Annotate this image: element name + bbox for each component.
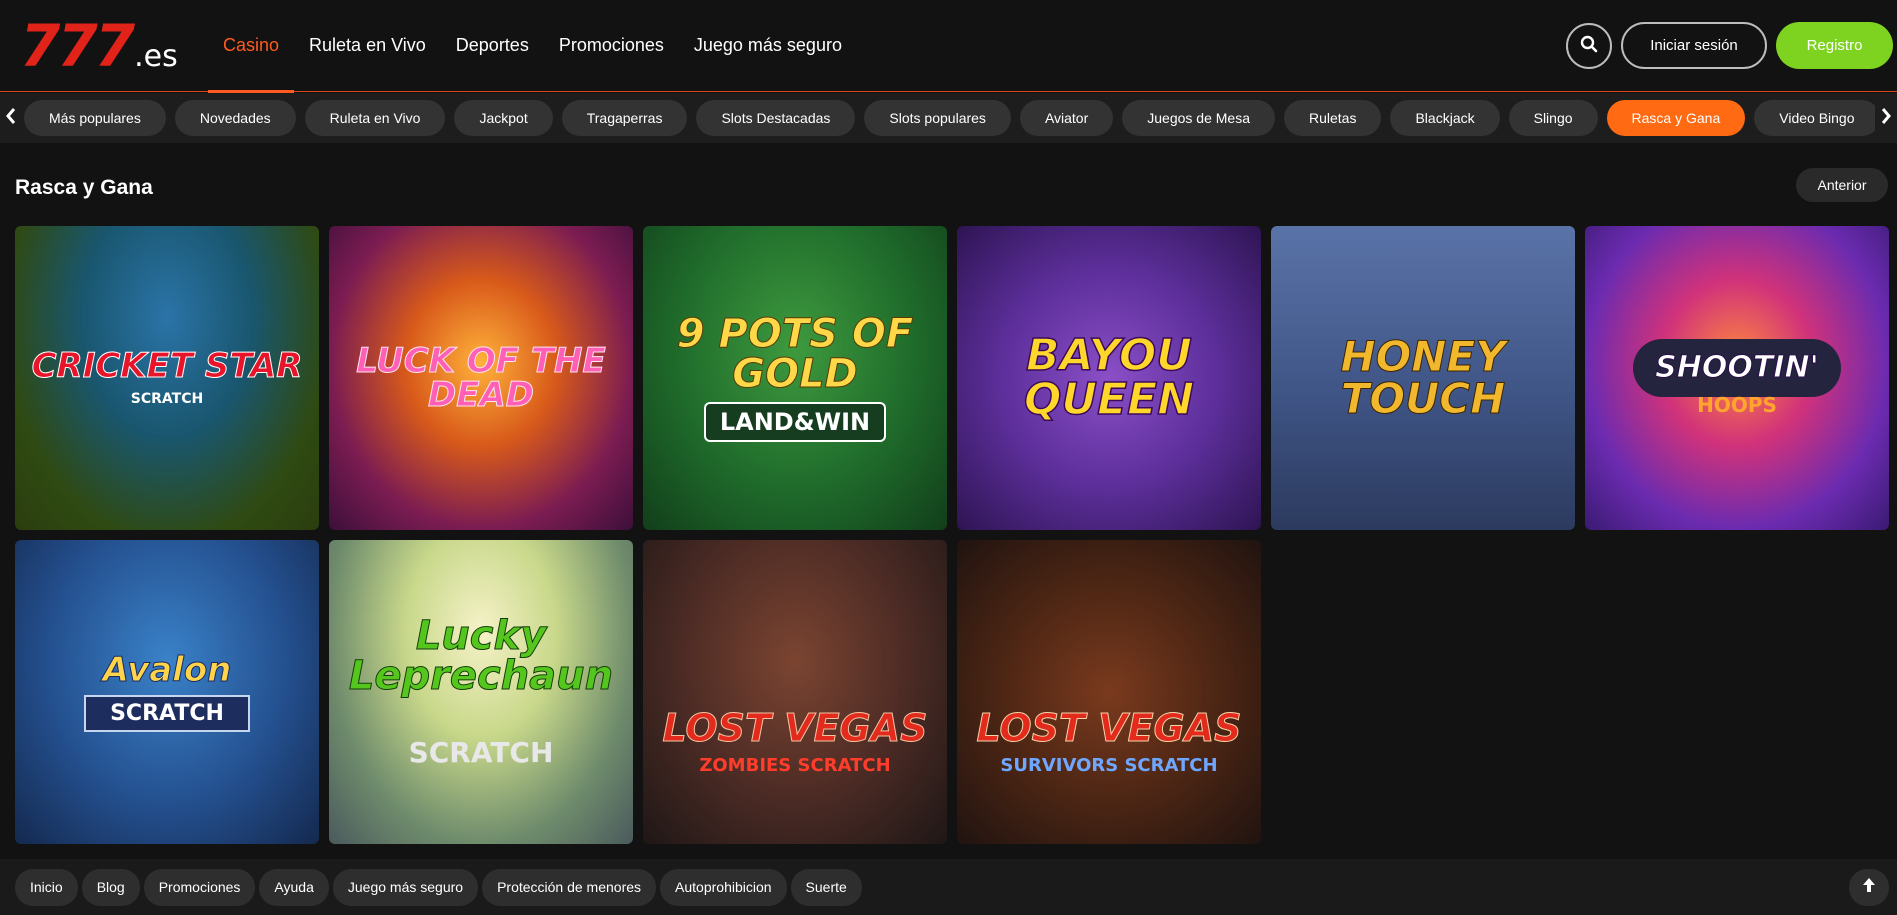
nav-juego-mas-seguro[interactable]: Juego más seguro xyxy=(679,0,857,92)
category-ruleta-en-vivo[interactable]: Ruleta en Vivo xyxy=(304,100,446,136)
category-juegos-de-mesa[interactable]: Juegos de Mesa xyxy=(1122,100,1275,136)
game-subtitle: Scratch xyxy=(408,735,554,769)
game-tile-honey-touch[interactable]: Honey Touch xyxy=(1271,226,1575,530)
footer-link-suerte[interactable]: Suerte xyxy=(790,869,862,906)
category-aviator[interactable]: Aviator xyxy=(1019,100,1114,136)
game-grid: Cricket Star Scratch Luck of the Dead 9 … xyxy=(15,226,1889,844)
footer-link-ayuda[interactable]: Ayuda xyxy=(259,869,329,906)
game-subtitle: Scratch xyxy=(130,391,204,407)
nav-ruleta-en-vivo[interactable]: Ruleta en Vivo xyxy=(294,0,441,92)
footer-links: Inicio Blog Promociones Ayuda Juego más … xyxy=(15,869,862,906)
game-tile-bayou-queen[interactable]: Bayou Queen xyxy=(957,226,1261,530)
game-tile-lucky-leprechaun[interactable]: Lucky Leprechaun Scratch xyxy=(329,540,633,844)
game-subtitle: Hoops xyxy=(1697,393,1777,417)
game-tile-lost-vegas-survivors[interactable]: Lost Vegas Survivors Scratch xyxy=(957,540,1261,844)
game-tile-lost-vegas-zombies[interactable]: Lost Vegas Zombies Scratch xyxy=(643,540,947,844)
footer-link-blog[interactable]: Blog xyxy=(81,869,140,906)
category-slots-populares[interactable]: Slots populares xyxy=(864,100,1011,136)
game-title: Avalon xyxy=(102,649,232,690)
register-button[interactable]: Registro xyxy=(1776,22,1893,69)
arrow-up-icon xyxy=(1862,877,1876,898)
game-title: Honey Touch xyxy=(1340,332,1506,423)
footer-link-autoprohibicion[interactable]: Autoprohibicion xyxy=(660,869,787,906)
category-rasca-y-gana[interactable]: Rasca y Gana xyxy=(1606,100,1746,136)
game-tile-9-pots-of-gold[interactable]: 9 Pots of Gold Land&Win xyxy=(643,226,947,530)
category-mas-populares[interactable]: Más populares xyxy=(24,100,166,136)
nav-casino[interactable]: Casino xyxy=(208,0,295,93)
category-scroll-left[interactable] xyxy=(0,93,22,143)
category-list: Más populares Novedades Ruleta en Vivo J… xyxy=(24,100,1880,136)
category-jackpot[interactable]: Jackpot xyxy=(454,100,553,136)
category-ruletas[interactable]: Ruletas xyxy=(1284,100,1382,136)
main-nav: Casino Ruleta en Vivo Deportes Promocion… xyxy=(208,0,857,93)
section-title: Rasca y Gana xyxy=(15,176,153,199)
footer-link-inicio[interactable]: Inicio xyxy=(15,869,78,906)
game-title: Cricket Star xyxy=(31,346,303,386)
game-title: Lost Vegas xyxy=(976,705,1242,750)
nav-promociones[interactable]: Promociones xyxy=(544,0,679,92)
footer-link-proteccion-de-menores[interactable]: Protección de menores xyxy=(482,869,657,906)
game-tile-shootin-hoops[interactable]: Shootin' Hoops xyxy=(1585,226,1889,530)
game-tile-luck-of-the-dead[interactable]: Luck of the Dead xyxy=(329,226,633,530)
game-title: 9 Pots of Gold xyxy=(676,311,914,397)
game-title: Bayou Queen xyxy=(1023,330,1195,425)
game-subtitle: Land&Win xyxy=(703,402,887,442)
footer-link-juego-mas-seguro[interactable]: Juego más seguro xyxy=(332,869,479,906)
category-slingo[interactable]: Slingo xyxy=(1508,100,1598,136)
logo-number: 777 xyxy=(20,12,135,80)
nav-deportes[interactable]: Deportes xyxy=(441,0,544,92)
category-novedades[interactable]: Novedades xyxy=(174,100,296,136)
game-title: Lucky Leprechaun xyxy=(348,612,614,699)
category-video-bingo[interactable]: Video Bingo xyxy=(1754,100,1880,136)
logo-tld: .es xyxy=(134,39,178,74)
site-logo[interactable]: 777 .es xyxy=(20,16,178,76)
search-button[interactable] xyxy=(1566,23,1612,69)
game-title: Luck of the Dead xyxy=(356,341,606,415)
category-bar: Más populares Novedades Ruleta en Vivo J… xyxy=(0,93,1897,143)
category-scroll-right[interactable] xyxy=(1875,93,1897,143)
category-slots-destacadas[interactable]: Slots Destacadas xyxy=(696,100,856,136)
category-tragaperras[interactable]: Tragaperras xyxy=(561,100,688,136)
game-subtitle: Scratch xyxy=(84,694,250,732)
game-subtitle: Survivors Scratch xyxy=(1000,754,1218,776)
game-title: Lost Vegas xyxy=(662,705,928,750)
game-title: Shootin' xyxy=(1633,339,1841,397)
game-subtitle: Zombies Scratch xyxy=(699,754,891,776)
chevron-left-icon xyxy=(5,107,17,130)
login-button[interactable]: Iniciar sesión xyxy=(1621,22,1767,69)
game-tile-cricket-star[interactable]: Cricket Star Scratch xyxy=(15,226,319,530)
game-tile-avalon-scratch[interactable]: Avalon Scratch xyxy=(15,540,319,844)
previous-button[interactable]: Anterior xyxy=(1796,168,1888,202)
scroll-to-top-button[interactable] xyxy=(1849,869,1889,906)
search-icon xyxy=(1580,35,1598,58)
category-blackjack[interactable]: Blackjack xyxy=(1390,100,1500,136)
site-header: 777 .es Casino Ruleta en Vivo Deportes P… xyxy=(0,0,1897,93)
footer-bar: Inicio Blog Promociones Ayuda Juego más … xyxy=(0,859,1897,915)
footer-link-promociones[interactable]: Promociones xyxy=(143,869,256,906)
chevron-right-icon xyxy=(1880,107,1892,130)
